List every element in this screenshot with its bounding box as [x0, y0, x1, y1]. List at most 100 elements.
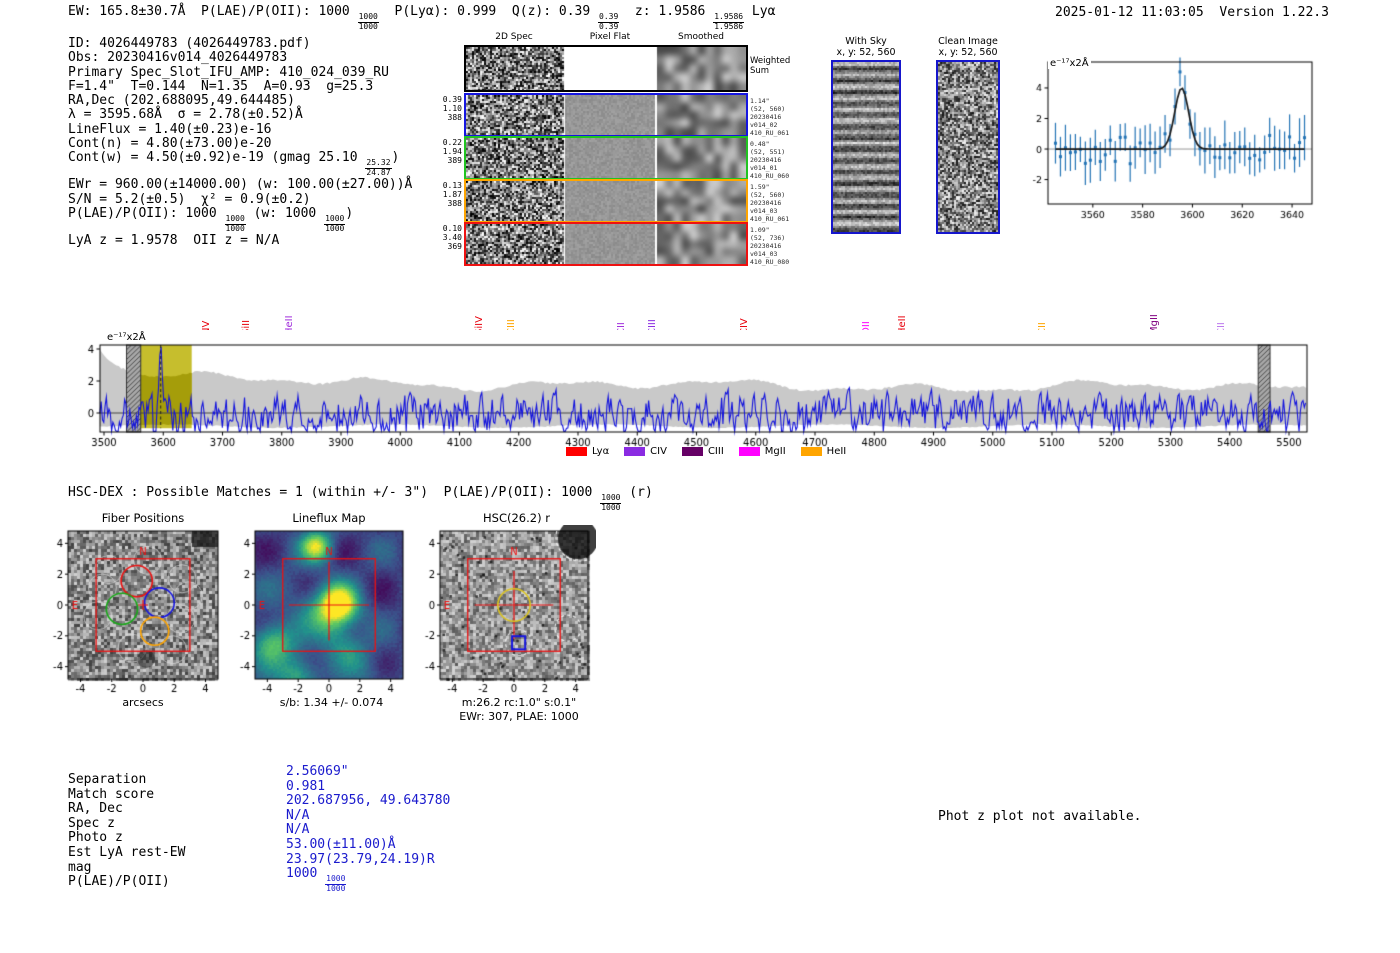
stacked-fraction: 1000 1000	[325, 874, 347, 894]
legend-swatch	[800, 447, 822, 456]
hsc-cutout-title: HSC(26.2) r	[483, 511, 550, 525]
withsky-title: With Sky x, y: 52, 560	[826, 36, 906, 58]
fiber-xlabel: arcsecs	[122, 696, 164, 709]
spec2d-row	[464, 222, 748, 266]
spec2d-row-image	[466, 181, 746, 221]
match-table-labels: Separation Match score RA, Dec Spec z Photo …	[68, 772, 186, 890]
match-table-value: N/A	[286, 807, 310, 823]
lineflux-map-title: Lineflux Map	[292, 511, 366, 525]
info-line: F=1.4" T=0.144 N=1.35 A=0.93 g=25.3	[68, 78, 374, 94]
hsc-caption-1: m:26.2 rc:1.0" s:0.1"	[461, 696, 577, 709]
legend-item: CIV	[624, 446, 667, 457]
info-line: P(LAE)/P(OII): 1000 1000 1000 (w: 1000 10…	[68, 205, 354, 233]
hsc-caption-2: EWr: 307, PLAE: 1000	[459, 710, 579, 723]
spec2d-row-annotation: 1.59" (52, 560) 20230416 v014_03 410_RU_061	[750, 183, 790, 223]
version-label: Version 1.22.3	[1219, 5, 1329, 20]
match-table-value: 2.56069"	[286, 764, 349, 779]
match-table-label: Spec z	[68, 815, 115, 831]
lineflux-map-plot	[229, 525, 411, 697]
info-line: Primary Spec_Slot_IFU_AMP: 410_024_039_R…	[68, 64, 389, 80]
spec2d-row-left-values: 0.10 3.40 369	[442, 224, 462, 251]
legend-label: HeII	[826, 446, 847, 457]
match-table-label: mag	[68, 859, 92, 875]
match-table-value: 53.00(±11.00)Å	[286, 836, 396, 852]
legend-swatch	[624, 447, 646, 456]
match-table-label: Est LyA rest-EW	[68, 844, 186, 860]
legend-swatch	[566, 447, 587, 456]
spec2d-row	[464, 93, 748, 137]
match-table-label: Photo z	[68, 830, 123, 846]
legend-swatch	[681, 447, 703, 456]
lineflux-caption: s/b: 1.34 +/- 0.074	[279, 696, 384, 709]
info-line: Cont(w) = 4.50(±0.92)e-19 (gmag 25.10 25…	[68, 150, 400, 178]
spec2d-col-title-2dspec: 2D Spec	[495, 32, 533, 42]
cleanimage-title-line: Clean Image	[938, 36, 998, 47]
spec2d-row-left-values: 0.13 1.87 388	[442, 181, 462, 208]
spec2d-row-annotation: 1.09" (52, 736) 20230416 v014_03 410_RU_080	[750, 226, 790, 266]
fiber-positions-title: Fiber Positions	[101, 511, 185, 525]
stacked-fraction: 1000 1000	[357, 12, 379, 31]
spectrum-legend: Lyα CIV CIII MgII HeII	[566, 446, 846, 457]
stacked-fraction: 0.39 0.39	[598, 12, 620, 31]
hsc-dex-match-line: HSC-DEX : Possible Matches = 1 (within +…	[68, 485, 653, 512]
info-line: ID: 4026449783 (4026449783.pdf)	[68, 36, 311, 51]
legend-label: Lyα	[592, 446, 610, 457]
withsky-subtitle: x, y: 52, 560	[836, 47, 896, 58]
match-table-value: 1000 1000 1000	[286, 866, 347, 894]
legend-item: Lyα	[566, 446, 609, 457]
match-table-values: 2.56069" 0.981 202.687956, 49.643780 N/A N/A…	[286, 764, 451, 894]
spec2d-col-title-pixelflat: Pixel Flat	[589, 32, 631, 42]
legend-item: CIII	[681, 446, 724, 457]
match-table-value: 0.981	[286, 778, 326, 794]
legend-item: MgII	[738, 446, 786, 457]
spec2d-row	[464, 179, 748, 223]
spec2d-row-image	[466, 224, 746, 264]
match-table-label: Match score	[68, 786, 155, 802]
hsc-cutout-plot	[414, 525, 596, 697]
stacked-fraction: 1.9586 1.9586	[713, 12, 745, 31]
spec2d-col-title-smoothed: Smoothed	[678, 32, 724, 42]
fiber-positions-plot	[42, 525, 224, 697]
match-table-value: 202.687956, 49.643780	[286, 793, 451, 809]
legend-label: CIII	[707, 446, 724, 457]
info-line: Cont(n) = 4.80(±73.00)e-20	[68, 136, 272, 152]
match-table-label: RA, Dec	[68, 801, 123, 817]
detection-info-block: ID: 4026449783 (4026449783.pdf) Obs: 2023…	[68, 36, 413, 248]
spectrum-units-label: e⁻¹⁷x2Å	[105, 332, 148, 343]
cleanimage-title: Clean Image x, y: 52, 560	[928, 36, 1008, 58]
cleanimage-subtitle: x, y: 52, 560	[938, 47, 998, 58]
line-fit-inset-plot	[1022, 52, 1322, 237]
info-line: EWr = 960.00(±14000.00) (w: 100.00(±27.0…	[68, 177, 413, 193]
info-line: S/N = 5.2(±0.5) χ² = 0.9(±0.2)	[68, 191, 311, 207]
spec2d-row-image	[466, 95, 746, 135]
stacked-fraction: 25.32 24.87	[365, 158, 392, 178]
withsky-image	[833, 62, 899, 232]
spec2d-row-left-values: 0.39 1.10 388	[442, 95, 462, 122]
withsky-title-line: With Sky	[845, 36, 887, 47]
info-line: Obs: 20230416v014_4026449783	[68, 50, 288, 66]
timestamp: 2025-01-12 11:03:05	[1055, 5, 1204, 20]
spec2d-row-annotation: 0.48" (52, 551) 20230416 v014_01 410_RU_060	[750, 140, 790, 180]
legend-item: HeII	[800, 446, 847, 457]
full-spectrum-plot	[80, 330, 1320, 448]
stacked-fraction: 1000 1000	[324, 213, 346, 233]
match-table-value: N/A	[286, 822, 310, 838]
legend-label: CIV	[650, 446, 667, 457]
stacked-fraction: 1000 1000	[224, 213, 246, 233]
header-timestamp-version: 2025-01-12 11:03:05 Version 1.22.3	[1055, 5, 1329, 20]
match-table-label: P(LAE)/P(OII)	[68, 874, 170, 890]
spec2d-row	[464, 136, 748, 180]
spec2d-weighted-sum-label: Weighted Sum	[750, 56, 791, 76]
hdr-space	[1204, 5, 1220, 20]
spec2d-row	[464, 45, 748, 92]
header-summary-line: EW: 165.8±30.7Å P(LAE)/P(OII): 1000 1000…	[68, 4, 776, 31]
legend-swatch	[738, 447, 760, 456]
cleanimage	[938, 62, 998, 232]
report-page: EW: 165.8±30.7Å P(LAE)/P(OII): 1000 1000…	[0, 0, 1400, 953]
info-line: LineFlux = 1.40(±0.23)e-16	[68, 121, 272, 137]
cleanimage-frame	[936, 60, 1000, 234]
spec2d-row-annotation: 1.14" (52, 560) 20230416 v014_02 410_RU_061	[750, 97, 790, 137]
match-table-value: 23.97(23.79,24.19)R	[286, 851, 435, 867]
spec2d-row-left-values: 0.22 1.94 389	[442, 138, 462, 165]
withsky-image-frame	[831, 60, 901, 234]
